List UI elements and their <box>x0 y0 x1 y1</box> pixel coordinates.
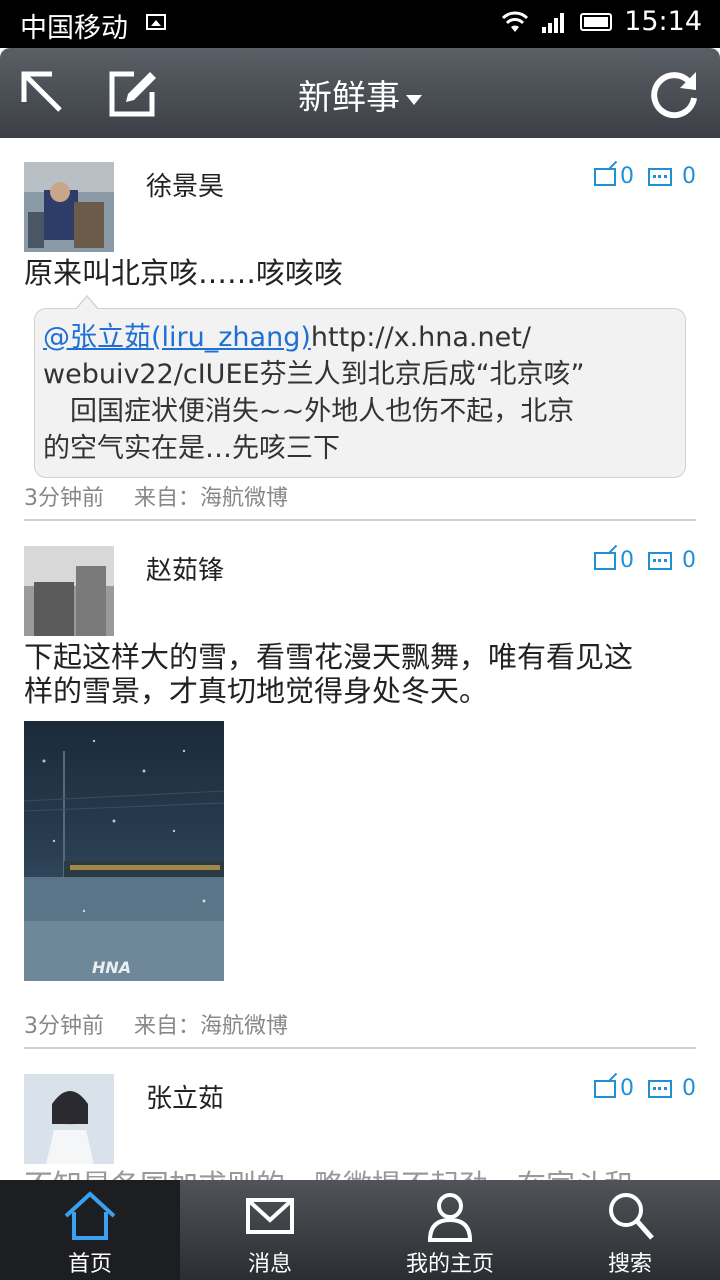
status-bar: 中国移动 15:14 <box>0 0 720 48</box>
feed-list[interactable]: 徐景昊 0 0 原来叫北京咳……咳咳咳 @张立茹(liru_zhang)http… <box>0 138 720 1180</box>
feed-selector[interactable]: 新鲜事 <box>0 70 720 119</box>
avatar[interactable] <box>24 546 114 636</box>
post-text-line: 下起这样大的雪，看雪花漫天飘舞，唯有看见这 <box>24 640 634 674</box>
author-name[interactable]: 张立茹 <box>146 1078 224 1115</box>
clock: 15:14 <box>624 6 702 37</box>
nav-label: 消息 <box>247 1252 292 1277</box>
repost-icon[interactable] <box>594 551 616 570</box>
image-watermark: HNA <box>92 958 131 977</box>
divider <box>24 1047 696 1049</box>
post-text: 原来叫北京咳……咳咳咳 <box>24 256 344 290</box>
post-meta: 3分钟前 来自：海航微博 <box>24 1008 288 1040</box>
author-name[interactable]: 徐景昊 <box>146 166 224 203</box>
repost-count: 0 <box>620 548 634 573</box>
post-text: 下起这样大的雪，看雪花漫天飘舞，唯有看见这 样的雪景，才真切地觉得身处冬天。 <box>24 640 696 708</box>
comment-icon[interactable] <box>648 1079 672 1098</box>
nav-label: 搜索 <box>607 1252 652 1277</box>
mention-link[interactable]: @张立茹(liru_zhang) <box>43 322 311 353</box>
image-notification-icon <box>146 14 166 30</box>
nav-label: 首页 <box>67 1252 112 1277</box>
quote-line: 的空气实在是…先咳三下 <box>43 433 340 464</box>
nav-search[interactable]: 搜索 <box>540 1180 720 1280</box>
repost-icon[interactable] <box>594 1079 616 1098</box>
author-name[interactable]: 赵茹锋 <box>146 550 224 587</box>
repost-icon[interactable] <box>594 167 616 186</box>
post-time: 3分钟前 <box>24 1014 104 1039</box>
nav-label: 我的主页 <box>405 1252 494 1277</box>
comment-count: 0 <box>682 548 696 573</box>
feed-item[interactable]: 徐景昊 0 0 原来叫北京咳……咳咳咳 @张立茹(liru_zhang)http… <box>0 138 720 522</box>
comment-count: 0 <box>682 1076 696 1101</box>
signal-icon <box>542 11 568 33</box>
envelope-icon <box>246 1198 294 1234</box>
post-image[interactable]: HNA <box>24 721 224 981</box>
refresh-icon[interactable] <box>646 66 702 122</box>
carrier-name: 中国移动 <box>20 13 128 44</box>
search-icon <box>609 1193 654 1240</box>
feed-item[interactable]: 张立茹 0 0 不知是各国加求则的，略微提不起劲，在家斗和 <box>0 1050 720 1180</box>
comment-count: 0 <box>682 164 696 189</box>
avatar[interactable] <box>24 162 114 252</box>
home-icon <box>64 1191 116 1240</box>
nav-my-profile[interactable]: 我的主页 <box>360 1180 540 1280</box>
post-time: 3分钟前 <box>24 486 104 511</box>
quoted-post[interactable]: @张立茹(liru_zhang)http://x.hna.net/ webuiv… <box>34 295 686 478</box>
comment-icon[interactable] <box>648 551 672 570</box>
status-right: 15:14 <box>500 6 702 37</box>
nav-messages[interactable]: 消息 <box>180 1180 360 1280</box>
post-counts: 0 0 <box>594 1076 696 1101</box>
avatar[interactable] <box>24 1074 114 1164</box>
post-text-line: 样的雪景，才真切地觉得身处冬天。 <box>24 674 489 708</box>
bottom-nav: 首页 消息 我的主页 搜索 <box>0 1180 720 1280</box>
divider <box>24 519 696 521</box>
title-bar: 新鲜事 <box>0 48 720 138</box>
post-source: 来自：海航微博 <box>134 486 289 511</box>
quote-line: 回国症状便消失~~外地人也伤不起，北京 <box>43 396 575 427</box>
battery-icon <box>580 12 613 31</box>
wifi-icon <box>502 11 529 32</box>
repost-count: 0 <box>620 164 634 189</box>
person-icon <box>427 1193 473 1242</box>
post-source: 来自：海航微博 <box>134 1014 289 1039</box>
repost-count: 0 <box>620 1076 634 1101</box>
post-meta: 3分钟前 来自：海航微博 <box>24 480 288 512</box>
page-title: 新鲜事 <box>298 78 400 118</box>
comment-icon[interactable] <box>648 167 672 186</box>
quote-line: webuiv22/cIUEE芬兰人到北京后成“北京咳” <box>43 359 585 390</box>
nav-home[interactable]: 首页 <box>0 1180 180 1280</box>
quote-link-text[interactable]: http://x.hna.net/ <box>311 322 531 353</box>
post-counts: 0 0 <box>594 548 696 573</box>
feed-item[interactable]: 赵茹锋 0 0 下起这样大的雪，看雪花漫天飘舞，唯有看见这 样的雪景，才真切地觉… <box>0 522 720 1050</box>
dropdown-caret-icon <box>406 94 422 105</box>
post-text: 不知是各国加求则的，略微提不起劲，在家斗和 <box>24 1168 696 1180</box>
post-counts: 0 0 <box>594 164 696 189</box>
